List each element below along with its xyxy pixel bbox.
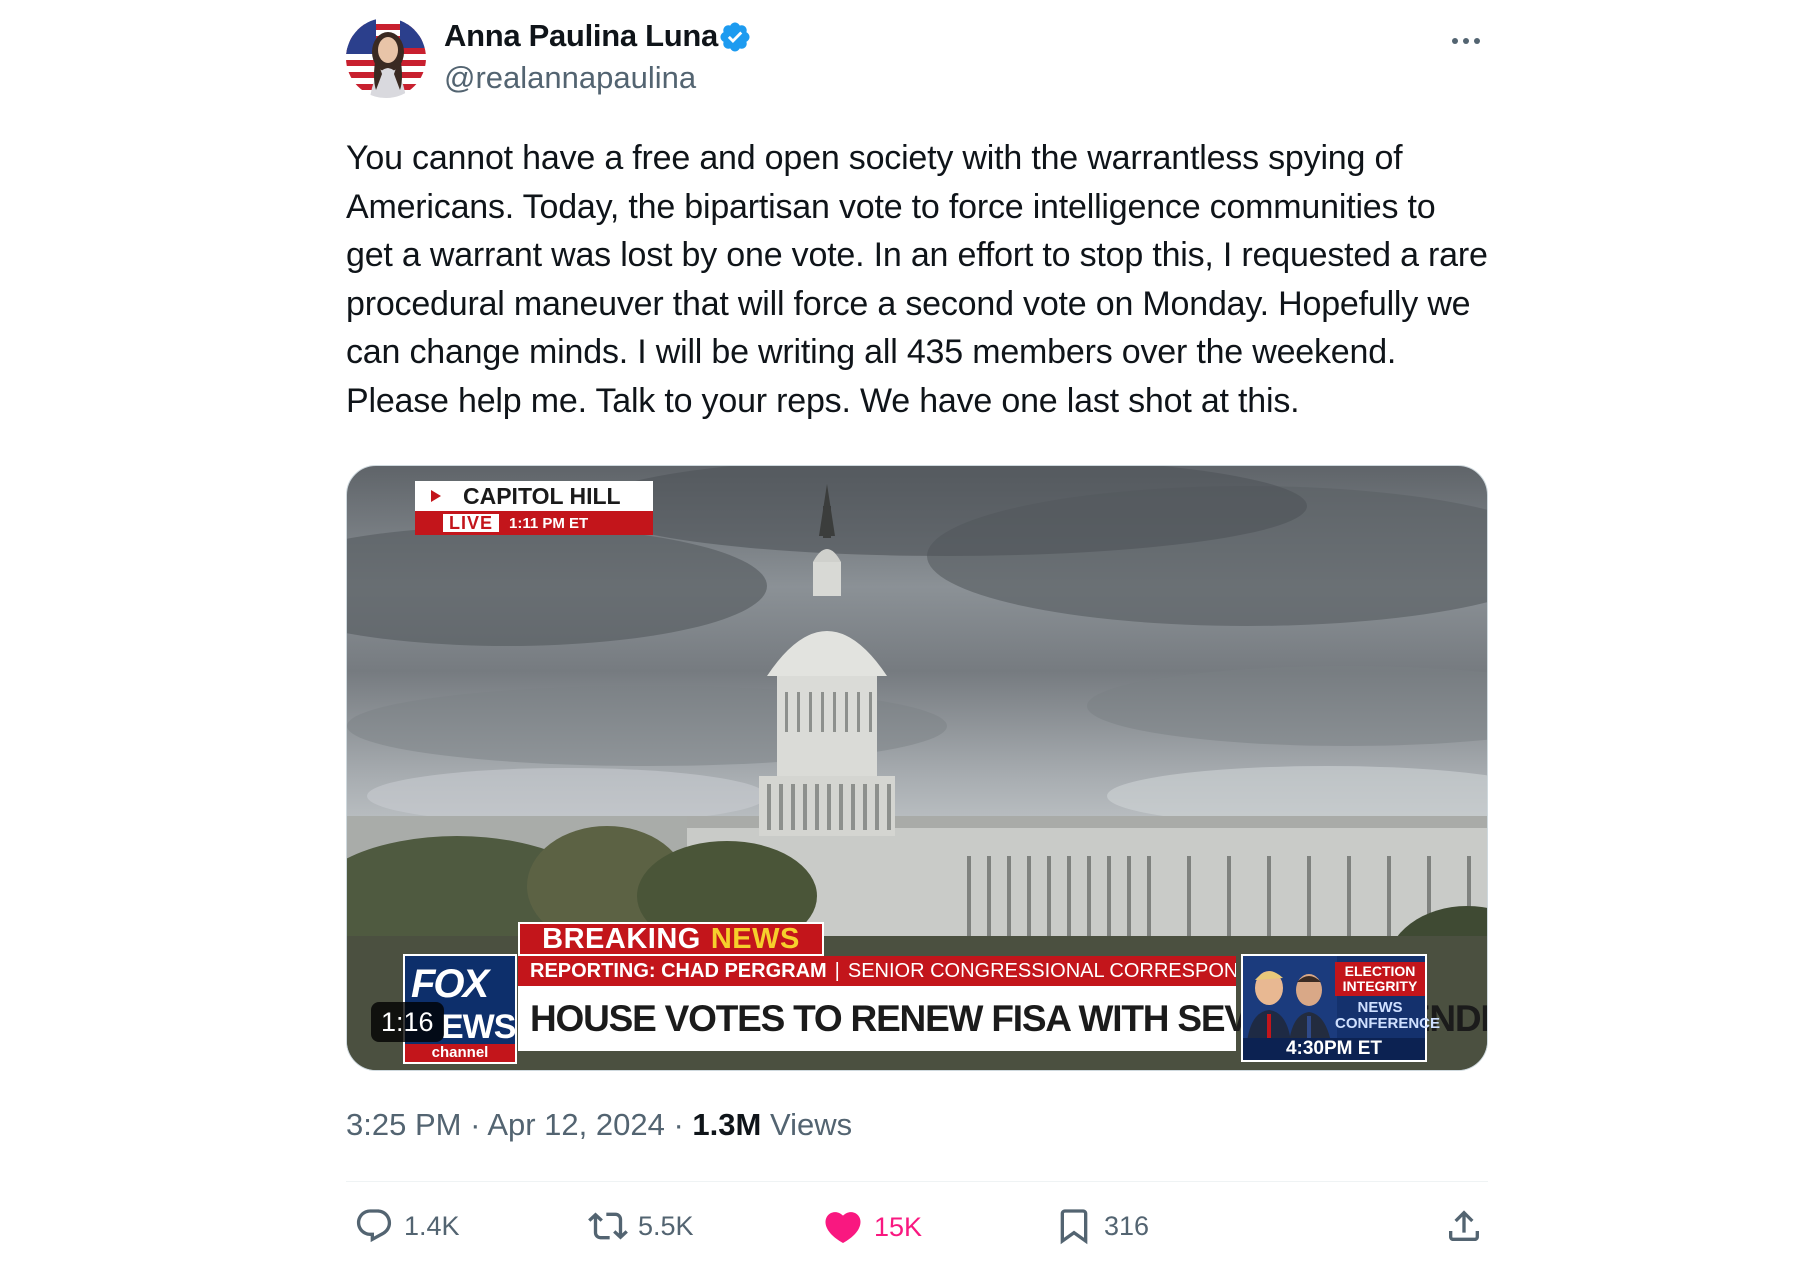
logo-fox-text: FOX [411, 962, 489, 1006]
repost-count: 5.5K [638, 1210, 694, 1241]
speakers-photo [1243, 956, 1337, 1042]
location-banner: CAPITOL HILL LIVE 1:11 PM ET [415, 481, 653, 537]
more-options-icon[interactable] [1444, 26, 1488, 56]
repost-icon [588, 1212, 628, 1240]
reporter-banner: REPORTING: CHAD PERGRAM | SENIOR CONGRESSI… [518, 956, 1236, 986]
views-count: 1.3M [692, 1107, 762, 1142]
location-label: CAPITOL HILL [463, 482, 621, 509]
bookmark-count: 316 [1104, 1210, 1150, 1241]
news-conference-promo: ELECTION INTEGRITY NEWS CONFERENCE 4:30P… [1241, 954, 1441, 1062]
live-label: LIVE [443, 514, 500, 532]
reply-count: 1.4K [404, 1210, 460, 1241]
live-time: 1:11 PM ET [509, 514, 589, 532]
video-duration: 1:16 [371, 1002, 444, 1042]
logo-news-text: EWS [441, 1008, 516, 1046]
verified-badge-icon [720, 22, 750, 52]
tweet-text: You cannot have a free and open society … [346, 139, 1488, 420]
breaking-word: BREAKING [542, 922, 701, 955]
tweet-meta: 3:25 PM · Apr 12, 2024 · 1.3M Views [346, 1107, 1488, 1143]
news-word: NEWS [710, 922, 800, 955]
breaking-news-banner: BREAKING NEWS [518, 922, 824, 956]
author-handle[interactable]: @realannapaulina [444, 60, 696, 96]
like-count: 15K [874, 1211, 923, 1242]
share-button[interactable] [1444, 1206, 1484, 1246]
headline-banner: HOUSE VOTES TO RENEW FISA WITH SEVERAL A… [518, 986, 1487, 1051]
meta-separator: · [673, 1107, 684, 1142]
play-marker-icon [431, 490, 441, 502]
share-icon [1449, 1210, 1479, 1241]
reply-icon [356, 1209, 392, 1243]
heart-icon [825, 1212, 861, 1244]
logo-channel-text: channel [405, 1044, 515, 1062]
repost-button[interactable]: 5.5K [588, 1206, 694, 1246]
tweet-date[interactable]: Apr 12, 2024 [487, 1107, 665, 1142]
like-button[interactable]: 15K [822, 1206, 922, 1248]
tweet-time[interactable]: 3:25 PM [346, 1107, 461, 1142]
tweet-header: Anna Paulina Luna @realannapaulina [346, 18, 1488, 102]
action-bar: 1.4K 5.5K 15K 316 [346, 1182, 1488, 1278]
reporter-label: REPORTING: CHAD PERGRAM [530, 959, 827, 982]
meta-separator: · [470, 1107, 481, 1142]
reporter-title: SENIOR CONGRESSIONAL CORRESPONDENT [847, 959, 1236, 982]
bookmark-icon [1060, 1209, 1088, 1245]
presser-label-conference: NEWS CONFERENCE [1335, 999, 1441, 1032]
presser-label-election: ELECTION INTEGRITY [1335, 962, 1425, 996]
presser-time: 4:30PM ET [1243, 1038, 1425, 1060]
views-label: Views [769, 1107, 853, 1142]
author-name[interactable]: Anna Paulina Luna [444, 18, 718, 54]
avatar[interactable] [346, 18, 426, 98]
reply-button[interactable]: 1.4K [354, 1206, 460, 1246]
video-player[interactable]: CAPITOL HILL LIVE 1:11 PM ET BREAKING NEWS… [346, 465, 1488, 1071]
tweet: Anna Paulina Luna @realannapaulina You c… [346, 18, 1488, 1278]
bookmark-button[interactable]: 316 [1054, 1206, 1149, 1246]
